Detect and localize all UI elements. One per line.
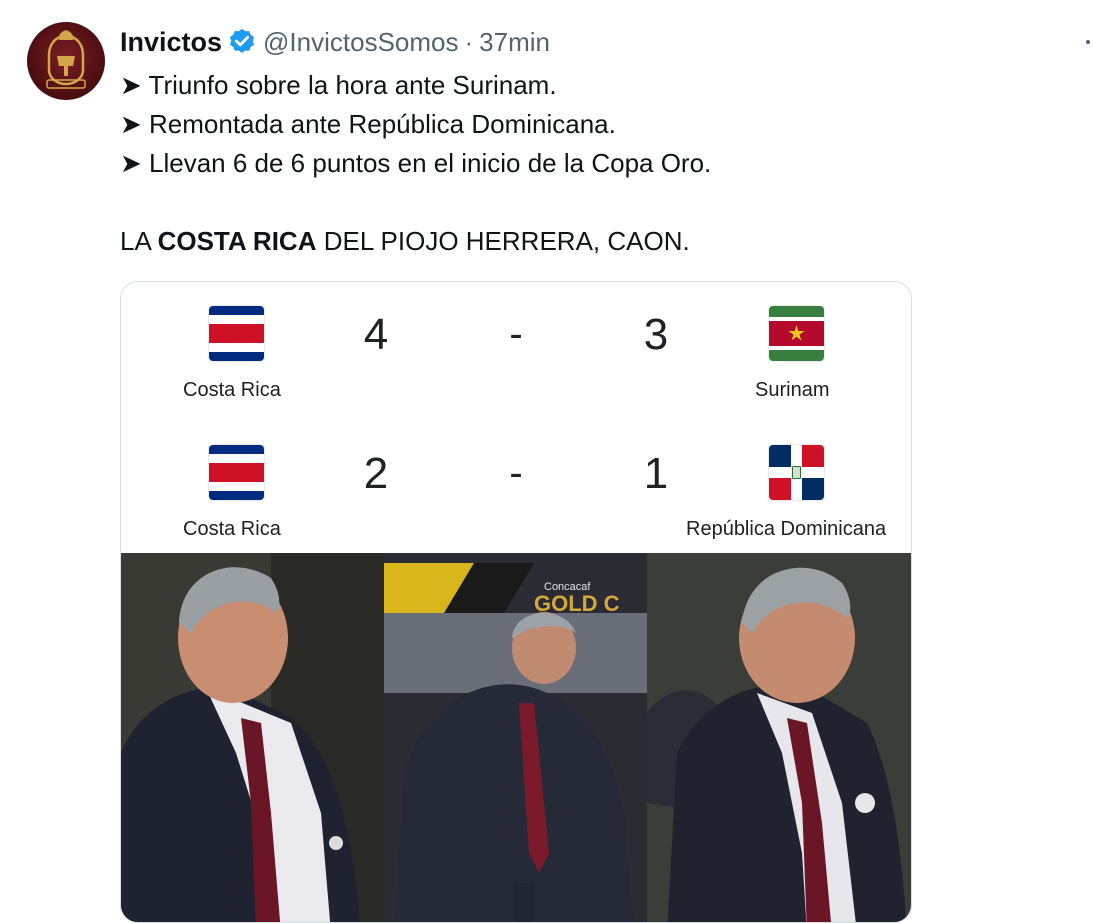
score-separator: - — [509, 312, 523, 356]
score-separator: - — [509, 451, 523, 495]
tweet-header: Invictos @InvictosSomos · 37min — [120, 24, 550, 60]
closing-suffix: DEL PIOJO HERRERA, CAON. — [316, 226, 690, 256]
timestamp[interactable]: 37min — [479, 27, 550, 58]
away-score: 1 — [643, 449, 669, 498]
match-result-1: 4 - 3 Costa Rica Surinam — [121, 282, 911, 417]
tweet-line-1: ➤ Triunfo sobre la hora ante Surinam. — [120, 70, 557, 100]
verified-badge-icon — [227, 27, 257, 57]
tweet-closing-line: LA COSTA RICA DEL PIOJO HERRERA, CAON. — [120, 222, 1060, 261]
costa-rica-flag-icon — [209, 445, 264, 500]
home-score: 2 — [363, 449, 389, 498]
tweet-media-card[interactable]: 4 - 3 Costa Rica Surinam 2 - 1 Costa Ric… — [120, 281, 912, 923]
closing-bold: COSTA RICA — [157, 226, 317, 256]
tweet-line-2: ➤ Remontada ante República Dominicana. — [120, 109, 616, 139]
photo-strip: Concacaf GOLD C — [121, 553, 911, 922]
coach-photo-right — [647, 553, 911, 922]
spartan-helmet-logo — [46, 30, 86, 89]
home-team-name: Costa Rica — [183, 379, 281, 401]
more-options-icon[interactable] — [1086, 40, 1093, 46]
away-team-name: República Dominicana — [686, 518, 887, 540]
costa-rica-flag-icon — [209, 306, 264, 361]
separator-dot: · — [464, 26, 474, 57]
away-score: 3 — [643, 310, 669, 359]
suriname-flag-icon — [769, 306, 824, 361]
away-team-name: Surinam — [755, 379, 830, 401]
author-avatar[interactable] — [27, 22, 105, 100]
dominican-republic-flag-icon — [769, 445, 824, 500]
coach-photo-left — [121, 553, 384, 922]
tweet-text: ➤ Triunfo sobre la hora ante Surinam. ➤ … — [120, 66, 1060, 261]
match-result-2: 2 - 1 Costa Rica República Dominicana — [121, 421, 911, 556]
author-handle[interactable]: @InvictosSomos — [263, 27, 458, 58]
author-name[interactable]: Invictos — [120, 27, 222, 58]
tweet-line-3: ➤ Llevan 6 de 6 puntos en el inicio de l… — [120, 148, 712, 178]
home-score: 4 — [363, 310, 389, 359]
home-team-name: Costa Rica — [183, 518, 281, 540]
coach-photo-center: Concacaf GOLD C — [384, 553, 647, 922]
closing-prefix: LA — [120, 226, 158, 256]
